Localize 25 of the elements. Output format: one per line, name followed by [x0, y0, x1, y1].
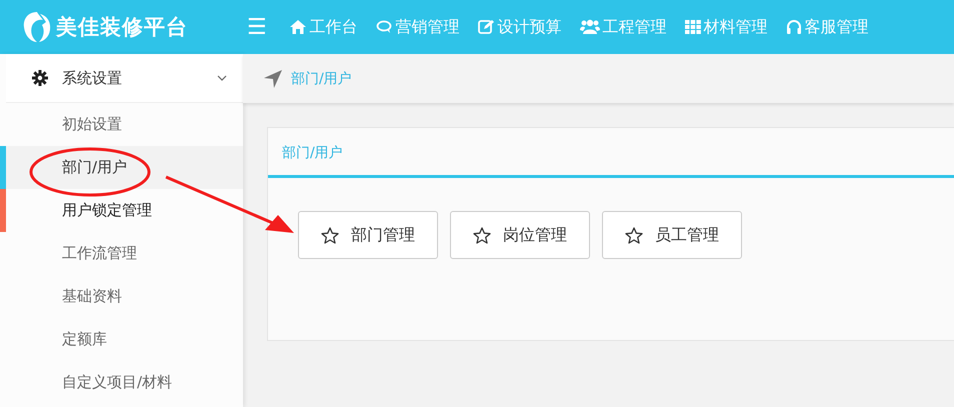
panel-title: 部门/用户: [268, 128, 954, 178]
sidebar-item[interactable]: 工作流管理: [0, 232, 243, 275]
home-icon: [288, 19, 307, 35]
grid-icon: [684, 20, 701, 34]
sidebar-section-header[interactable]: 系统设置: [6, 54, 243, 103]
sidebar-item[interactable]: 初始设置: [0, 103, 243, 146]
menu-button[interactable]: 岗位管理: [450, 211, 590, 259]
menu-button[interactable]: 部门管理: [298, 211, 438, 259]
star-icon: [625, 226, 643, 244]
sidebar-item[interactable]: 部门/用户: [0, 146, 243, 189]
sidebar-item[interactable]: 基础资料: [0, 275, 243, 318]
gear-icon: [32, 70, 48, 86]
star-icon: [473, 226, 491, 244]
headphones-icon: [786, 19, 802, 35]
menu-button[interactable]: 员工管理: [602, 211, 742, 259]
sidebar-item[interactable]: 自定义项目/材料: [0, 361, 243, 404]
location-arrow-icon: [263, 68, 283, 88]
users-icon: [580, 19, 600, 35]
chat-bubble-icon: [376, 20, 393, 34]
edit-icon: [478, 19, 495, 35]
star-icon: [321, 226, 339, 244]
logo-icon: [22, 10, 52, 44]
sidebar-item[interactable]: 用户锁定管理: [0, 189, 243, 232]
sidebar-item[interactable]: 定额库: [0, 318, 243, 361]
brand-name: 美佳装修平台: [56, 14, 188, 41]
